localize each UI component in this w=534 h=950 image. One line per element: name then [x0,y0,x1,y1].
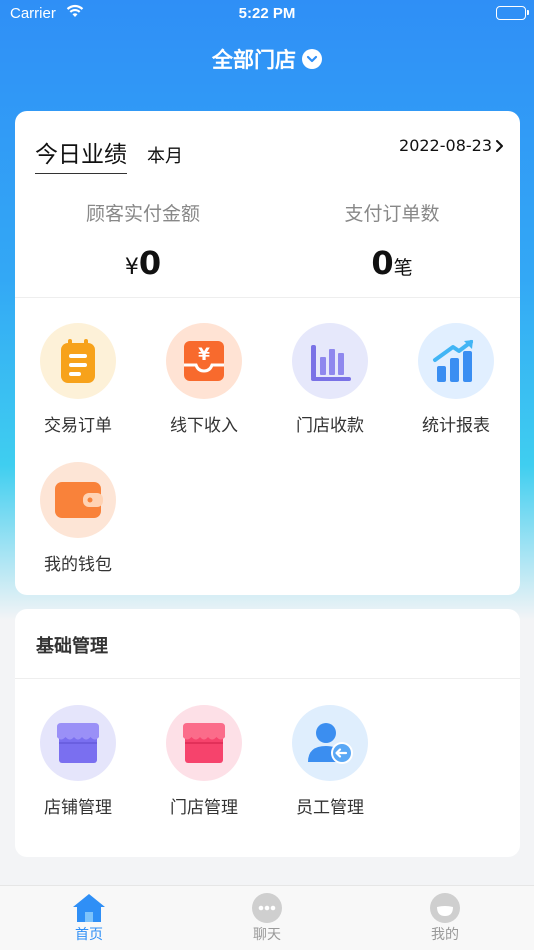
shortcut-trade-orders[interactable]: 交易订单 [15,323,141,436]
tab-label: 聊天 [253,927,281,943]
tab-today[interactable]: 今日业绩 [35,135,127,174]
metric-paid-amount: 顾客实付金额 ¥0 [18,199,268,282]
metric-label: 支付订单数 [344,203,440,225]
basic-management-card: 基础管理 店铺管理 门店管理 员工管理 [15,609,520,857]
mgmt-shop[interactable]: 店铺管理 [15,705,141,818]
tab-chat[interactable]: 聊天 [207,892,327,944]
status-bar: Carrier 5:22 PM [0,0,534,28]
tab-home[interactable]: 首页 [29,892,149,944]
shortcut-label: 统计报表 [422,416,490,436]
metric-number: 0 [138,244,162,282]
mgmt-staff[interactable]: 员工管理 [267,705,393,818]
battery-icon [496,6,529,20]
currency-symbol: ¥ [124,255,139,280]
mgmt-label: 门店管理 [170,798,238,818]
mgmt-label: 员工管理 [296,798,364,818]
performance-card: 今日业绩 本月 2022-08-23 顾客实付金额 ¥0 支付订单数 0笔 交易… [15,111,520,595]
date-picker[interactable]: 2022-08-23 [399,136,504,155]
shop-icon [40,705,116,781]
metric-label: 顾客实付金额 [85,203,200,225]
clipboard-icon [40,323,116,399]
metric-value: 0笔 [267,244,517,282]
metric-value: ¥0 [18,244,268,282]
divider [15,297,520,298]
mgmt-store[interactable]: 门店管理 [141,705,267,818]
shortcut-label: 我的钱包 [44,555,112,575]
shortcut-statistics[interactable]: 统计报表 [393,323,519,436]
bottom-tab-bar: 首页 聊天 我的 [0,885,534,950]
shortcut-label: 线下收入 [170,416,238,436]
metric-unit: 笔 [393,257,413,279]
store-selector[interactable]: 全部门店 [0,44,534,74]
divider [15,678,520,679]
store-icon [166,705,242,781]
store-selector-label: 全部门店 [212,48,296,72]
period-tabs: 今日业绩 本月 [35,135,183,174]
metric-order-count: 支付订单数 0笔 [267,199,517,282]
chevron-right-icon [496,139,503,152]
section-title: 基础管理 [36,636,108,657]
shortcut-label: 交易订单 [44,416,112,436]
tab-month[interactable]: 本月 [147,142,183,174]
chevron-down-icon [302,49,322,69]
shortcut-offline-income[interactable]: ¥ 线下收入 [141,323,267,436]
growth-chart-icon [418,323,494,399]
tab-label: 我的 [431,927,459,943]
yen-drawer-icon: ¥ [166,323,242,399]
tab-profile[interactable]: 我的 [385,892,505,944]
wallet-icon [40,462,116,538]
shortcut-wallet[interactable]: 我的钱包 [15,462,141,575]
shortcut-label: 门店收款 [296,416,364,436]
chat-icon [250,892,284,924]
bar-chart-icon [292,323,368,399]
home-icon [72,892,106,924]
metric-number: 0 [371,244,394,282]
tab-label: 首页 [75,927,103,943]
mgmt-label: 店铺管理 [44,798,112,818]
profile-icon [428,892,462,924]
staff-icon [292,705,368,781]
date-label: 2022-08-23 [399,136,492,155]
clock: 5:22 PM [238,5,296,22]
svg-text:¥: ¥ [198,345,210,365]
shortcut-store-collection[interactable]: 门店收款 [267,323,393,436]
